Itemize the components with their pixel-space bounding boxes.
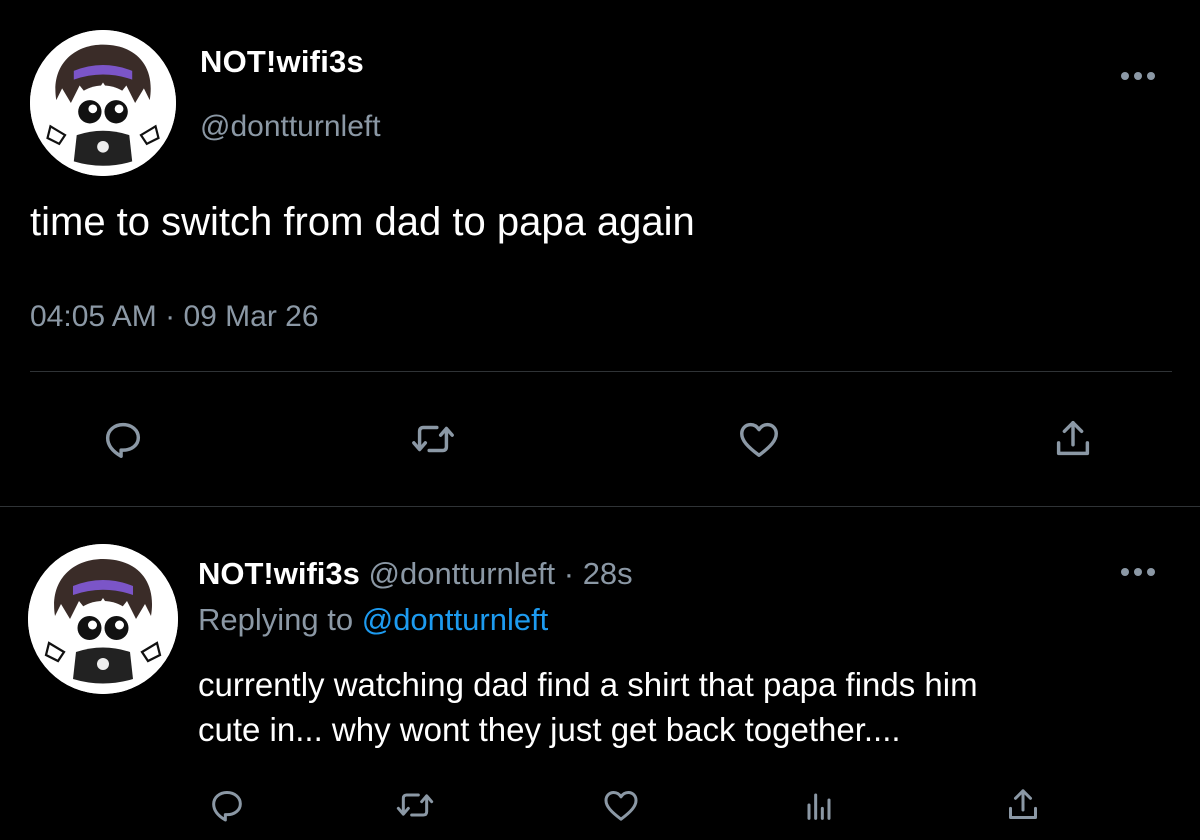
avatar-illustration <box>30 30 176 176</box>
share-icon <box>1009 789 1037 819</box>
avatar[interactable] <box>30 30 176 176</box>
tweet-time: 04:05 AM <box>30 300 157 333</box>
reply-display-name[interactable]: NOT!wifi3s <box>198 556 360 591</box>
divider <box>30 371 1172 372</box>
more-dots-icon <box>1116 56 1160 96</box>
section-divider <box>0 506 1200 507</box>
reply-button[interactable] <box>96 412 150 466</box>
like-icon <box>740 422 778 458</box>
tweet-date: 09 Mar 26 <box>183 300 319 333</box>
replying-to-line: Replying to @dontturnleft <box>198 602 548 638</box>
meta-separator: · <box>563 556 575 591</box>
analytics-icon <box>807 793 831 820</box>
reply-avatar[interactable] <box>28 544 178 694</box>
reply-text-line: currently watching dad find a shirt that… <box>198 666 978 703</box>
retweet-button[interactable] <box>406 412 460 466</box>
like-button[interactable] <box>594 778 648 832</box>
retweet-icon <box>396 793 434 817</box>
reply-timestamp[interactable]: 28s <box>583 556 633 591</box>
retweet-button[interactable] <box>388 778 442 832</box>
share-button[interactable] <box>996 778 1050 832</box>
reply-handle[interactable]: @dontturnleft <box>369 556 556 591</box>
more-options-button[interactable] <box>1116 56 1160 96</box>
share-icon <box>1056 420 1090 456</box>
reply-tweet-text: currently watching dad find a shirt that… <box>198 662 1158 752</box>
reply-icon <box>212 791 242 822</box>
like-icon <box>604 791 638 821</box>
meta-separator: · <box>165 300 176 333</box>
replying-to-link[interactable]: @dontturnleft <box>362 602 549 637</box>
tweet-timestamp[interactable]: 04:05 AM · 09 Mar 26 <box>30 300 319 334</box>
reply-button[interactable] <box>200 778 254 832</box>
reply-header: NOT!wifi3s @dontturnleft · 28s <box>198 556 633 592</box>
more-dots-icon <box>1116 552 1160 592</box>
like-button[interactable] <box>732 412 786 466</box>
reply-text-line: cute in... why wont they just get back t… <box>198 711 901 748</box>
tweet-text: time to switch from dad to papa again <box>30 200 695 244</box>
retweet-icon <box>412 425 454 453</box>
replying-prefix: Replying to <box>198 602 354 637</box>
handle[interactable]: @dontturnleft <box>200 110 381 144</box>
analytics-button[interactable] <box>792 778 846 832</box>
display-name[interactable]: NOT!wifi3s <box>200 44 364 80</box>
avatar-illustration <box>28 544 178 694</box>
reply-more-options-button[interactable] <box>1116 552 1160 592</box>
reply-icon <box>105 422 141 458</box>
share-button[interactable] <box>1046 412 1100 466</box>
